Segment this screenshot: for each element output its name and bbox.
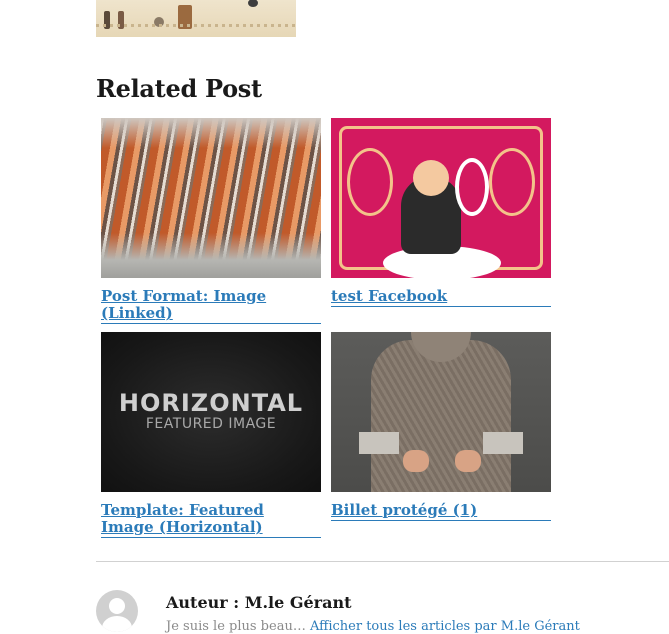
author-posts-link[interactable]: Afficher tous les articles par M.le Géra… [310, 619, 580, 634]
post-thumbnail[interactable] [331, 332, 551, 492]
related-post-card: Post Format: Image (Linked) [101, 118, 321, 324]
related-post-link[interactable]: test Facebook [331, 288, 551, 307]
related-post-card: Billet protégé (1) [331, 332, 551, 521]
post-thumbnail[interactable]: HORIZONTAL FEATURED IMAGE [101, 332, 321, 492]
author-bio-text: Je suis le plus beau… [166, 619, 310, 634]
thumbnail-text: HORIZONTAL [118, 389, 304, 417]
section-divider [96, 561, 669, 562]
related-post-link[interactable]: Billet protégé (1) [331, 502, 551, 521]
author-heading: Auteur : M.le Gérant [166, 593, 352, 612]
post-thumbnail[interactable] [331, 118, 551, 278]
related-post-link[interactable]: Post Format: Image (Linked) [101, 288, 321, 324]
related-post-card: test Facebook [331, 118, 551, 307]
author-bio: Je suis le plus beau… Afficher tous les … [166, 619, 580, 634]
previous-post-image [96, 0, 296, 37]
related-post-heading: Related Post [96, 74, 262, 103]
thumbnail-subtext: FEATURED IMAGE [145, 416, 277, 432]
related-post-card: HORIZONTAL FEATURED IMAGE Template: Feat… [101, 332, 321, 538]
post-thumbnail[interactable] [101, 118, 321, 278]
related-post-link[interactable]: Template: Featured Image (Horizontal) [101, 502, 321, 538]
